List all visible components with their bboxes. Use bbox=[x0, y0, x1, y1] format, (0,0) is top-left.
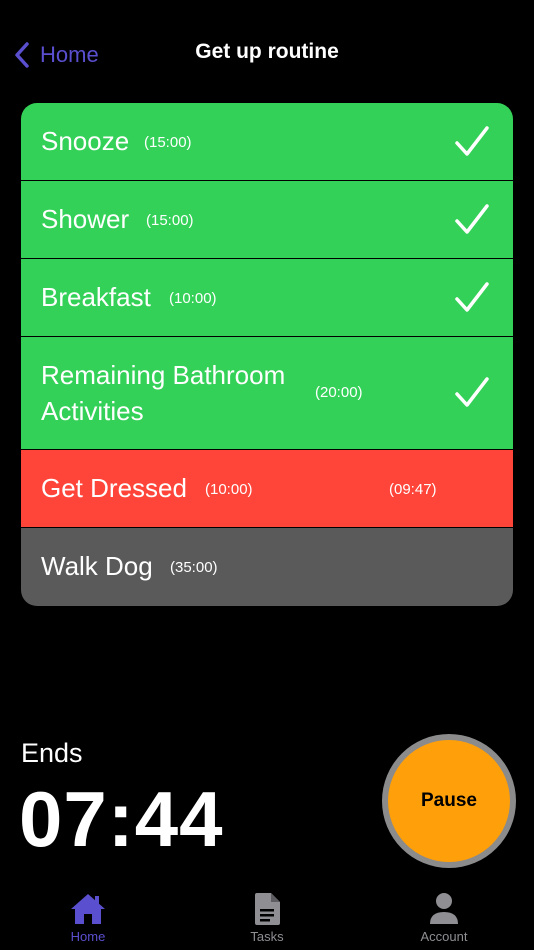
task-duration: (20:00) bbox=[315, 384, 363, 401]
task-list: Snooze (15:00) Shower (15:00) Breakfast … bbox=[21, 103, 513, 606]
ends-time: 07:44 bbox=[19, 775, 224, 863]
task-duration: (15:00) bbox=[144, 134, 192, 151]
pause-button[interactable]: Pause bbox=[388, 740, 510, 862]
task-row-breakfast[interactable]: Breakfast (10:00) bbox=[21, 259, 513, 337]
task-duration: (10:00) bbox=[205, 481, 253, 498]
tab-home-label: Home bbox=[70, 929, 106, 944]
tab-account-label: Account bbox=[420, 929, 468, 944]
pause-button-ring: Pause bbox=[382, 734, 516, 868]
person-icon bbox=[430, 893, 458, 924]
checkmark-icon bbox=[455, 282, 489, 312]
task-name: Snooze bbox=[41, 126, 130, 156]
tab-bar: Home Tasks Account bbox=[0, 884, 534, 950]
tab-tasks[interactable]: Tasks bbox=[207, 892, 327, 944]
house-icon bbox=[71, 894, 105, 924]
page-title: Get up routine bbox=[195, 40, 339, 63]
checkmark-icon bbox=[455, 204, 489, 234]
tab-tasks-label: Tasks bbox=[250, 929, 284, 944]
checkmark-icon bbox=[455, 377, 489, 407]
task-duration: (35:00) bbox=[170, 559, 218, 576]
task-duration: (15:00) bbox=[146, 212, 194, 229]
checkmark-icon bbox=[455, 126, 489, 156]
task-row-snooze[interactable]: Snooze (15:00) bbox=[21, 103, 513, 181]
task-row-remaining-bathroom-activities[interactable]: Remaining Bathroom Activities (20:00) bbox=[21, 337, 513, 450]
task-duration: (10:00) bbox=[169, 290, 217, 307]
task-row-walk-dog[interactable]: Walk Dog (35:00) bbox=[21, 528, 513, 606]
task-row-get-dressed[interactable]: Get Dressed (10:00) (09:47) bbox=[21, 450, 513, 528]
task-name: Breakfast bbox=[41, 282, 151, 312]
task-row-shower[interactable]: Shower (15:00) bbox=[21, 181, 513, 259]
tab-account[interactable]: Account bbox=[384, 892, 504, 944]
tab-home[interactable]: Home bbox=[28, 892, 148, 944]
document-icon bbox=[255, 893, 280, 925]
task-name: Remaining Bathroom bbox=[41, 360, 286, 390]
task-name: Shower bbox=[41, 204, 130, 234]
task-name-line2: Activities bbox=[41, 396, 144, 426]
task-name: Walk Dog bbox=[41, 551, 153, 581]
navigation-bar: Home Get up routine bbox=[0, 0, 534, 100]
task-name: Get Dressed bbox=[41, 473, 187, 503]
task-remaining-time: (09:47) bbox=[389, 481, 437, 498]
ends-label: Ends bbox=[21, 738, 83, 768]
